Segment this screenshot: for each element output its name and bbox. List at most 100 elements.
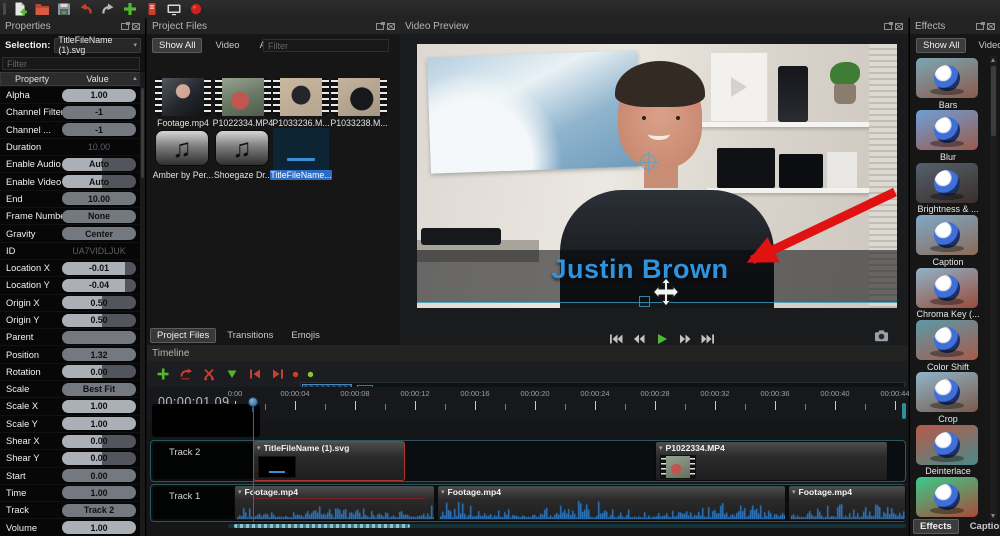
effect-thumbnail-blur[interactable] [916, 110, 978, 150]
effect-thumbnail-chroma-key[interactable] [916, 268, 978, 308]
effect-thumbnail-deinterlace[interactable] [916, 425, 978, 465]
scroll-up-icon[interactable]: ▲ [132, 76, 138, 82]
property-value-field[interactable]: Track 2 [62, 504, 136, 517]
property-value-field[interactable]: -1 [62, 106, 136, 119]
effect-thumbnail-color-shift[interactable] [916, 320, 978, 360]
redo-icon[interactable] [100, 1, 116, 17]
export-video-icon[interactable] [188, 1, 204, 17]
property-value-field[interactable]: None [62, 210, 136, 223]
snapshot-camera-icon[interactable] [874, 329, 889, 342]
property-value-field[interactable]: -0.04 [62, 279, 136, 292]
dock-tab-transitions[interactable]: Transitions [220, 328, 280, 343]
undo-icon[interactable] [78, 1, 94, 17]
tab-show-all[interactable]: Show All [916, 38, 966, 53]
property-value-field[interactable]: 1.00 [62, 521, 136, 534]
equipment-box [717, 148, 775, 188]
file-thumbnail-p1033238-m[interactable] [331, 78, 387, 116]
properties-scrollbar[interactable] [140, 72, 145, 536]
toolbar-grip[interactable] [3, 3, 6, 15]
toolbar-icons [12, 1, 210, 17]
property-value-field[interactable] [62, 331, 136, 344]
undock-icon[interactable] [376, 23, 384, 30]
playhead-marker[interactable] [248, 397, 259, 412]
undock-icon[interactable] [121, 23, 129, 30]
dock-tab-emojis[interactable]: Emojis [284, 328, 327, 343]
file-thumbnail-p1033236-m[interactable] [273, 78, 329, 116]
dock-tab-captions[interactable]: Captions [963, 519, 1000, 534]
property-value-field[interactable]: Best Fit [62, 383, 136, 396]
timeline-clip-footage-mp4-2[interactable]: ▾Footage.mp4 [234, 485, 435, 521]
dock-tab-project-files[interactable]: Project Files [150, 328, 216, 343]
close-icon[interactable] [895, 23, 903, 30]
jump-end-button[interactable] [700, 333, 716, 345]
new-project-icon[interactable] [12, 1, 28, 17]
transform-origin-icon[interactable] [640, 154, 656, 170]
file-thumbnail-footage-mp4[interactable] [155, 78, 211, 116]
tab-show-all[interactable]: Show All [152, 38, 202, 53]
transform-handle[interactable] [639, 296, 650, 307]
property-row-duration: Duration10.00 [0, 139, 141, 156]
scroll-up-icon[interactable] [991, 58, 995, 62]
effect-label: Brightness & ... [910, 204, 986, 214]
property-value-field[interactable]: 0.50 [62, 296, 136, 309]
import-files-icon[interactable] [122, 1, 138, 17]
timeline-clip-p1022334-mp4-1[interactable]: ▾P1022334.MP4 [655, 441, 888, 481]
effect-label: Bars [910, 100, 986, 110]
save-project-icon[interactable] [56, 1, 72, 17]
undock-icon[interactable] [884, 23, 892, 30]
property-value-field[interactable]: 1.00 [62, 400, 136, 413]
fullscreen-icon[interactable] [166, 1, 182, 17]
property-label: Duration [0, 142, 62, 152]
dock-tab-effects[interactable]: Effects [913, 519, 959, 534]
effect-thumbnail-crop[interactable] [916, 372, 978, 412]
timeline-horizontal-scrollbar[interactable] [228, 524, 906, 528]
property-value-field[interactable]: 10.00 [62, 192, 136, 205]
file-thumbnail-amber-by-per[interactable]: ♫ [155, 130, 209, 166]
timeline-clip-footage-mp4-3[interactable]: ▾Footage.mp4 [437, 485, 786, 521]
selection-dropdown[interactable]: TitleFileName (1).svg ▾ [54, 38, 141, 53]
property-value-field[interactable]: 1.00 [62, 486, 136, 499]
effect-thumbnail-brightness[interactable] [916, 163, 978, 203]
undock-icon[interactable] [976, 23, 984, 30]
property-value-field[interactable]: -1 [62, 123, 136, 136]
effect-thumbnail-item[interactable] [916, 477, 978, 517]
file-thumbnail-titlefilename[interactable] [273, 128, 329, 170]
file-thumbnail-shoegaze-dr[interactable]: ♫ [215, 130, 269, 166]
jump-start-button[interactable] [608, 333, 624, 345]
file-thumbnail-p1022334-mp4[interactable] [215, 78, 271, 116]
close-icon[interactable] [132, 23, 140, 30]
property-value-field[interactable]: 0.00 [62, 365, 136, 378]
property-value-field[interactable]: 0.00 [62, 452, 136, 465]
property-value-field[interactable]: 0.00 [62, 435, 136, 448]
effects-scrollbar[interactable] [990, 56, 997, 520]
play-button[interactable] [654, 333, 670, 345]
property-value-field[interactable]: 0.50 [62, 314, 136, 327]
property-value-field[interactable]: 1.00 [62, 417, 136, 430]
effect-thumbnail-caption[interactable] [916, 215, 978, 255]
property-value-field[interactable]: 1.32 [62, 348, 136, 361]
timeline-vertical-scrollbar[interactable] [902, 403, 906, 419]
property-value-field[interactable]: Center [62, 227, 136, 240]
project-files-filter-input[interactable] [263, 39, 389, 52]
close-icon[interactable] [987, 23, 995, 30]
timeline-clip-footage-mp4-4[interactable]: ▾Footage.mp4 [788, 485, 906, 521]
choose-profile-icon[interactable] [144, 1, 160, 17]
open-project-icon[interactable] [34, 1, 50, 17]
property-value-field[interactable]: Auto [62, 158, 136, 171]
timeline-clip-titlefilename-1-svg-0[interactable]: ▾TitleFileName (1).svg [253, 441, 405, 481]
property-value-field[interactable]: 0.00 [62, 469, 136, 482]
video-frame[interactable]: Justin Brown [417, 44, 897, 308]
track-header[interactable]: Track 2 [153, 443, 259, 479]
tab-video[interactable]: Video [208, 38, 246, 53]
property-value-field[interactable]: -0.01 [62, 262, 136, 275]
close-icon[interactable] [387, 23, 395, 30]
title-overlay-text[interactable]: Justin Brown [460, 254, 820, 285]
fast-forward-button[interactable] [677, 333, 693, 345]
scroll-down-icon[interactable] [991, 514, 995, 518]
properties-filter-input[interactable] [2, 57, 140, 70]
property-value-field[interactable]: Auto [62, 175, 136, 188]
effect-thumbnail-bars[interactable] [916, 58, 978, 98]
tab-video[interactable]: Video [971, 38, 1000, 53]
rewind-button[interactable] [631, 333, 647, 345]
property-value-field[interactable]: 1.00 [62, 89, 136, 102]
